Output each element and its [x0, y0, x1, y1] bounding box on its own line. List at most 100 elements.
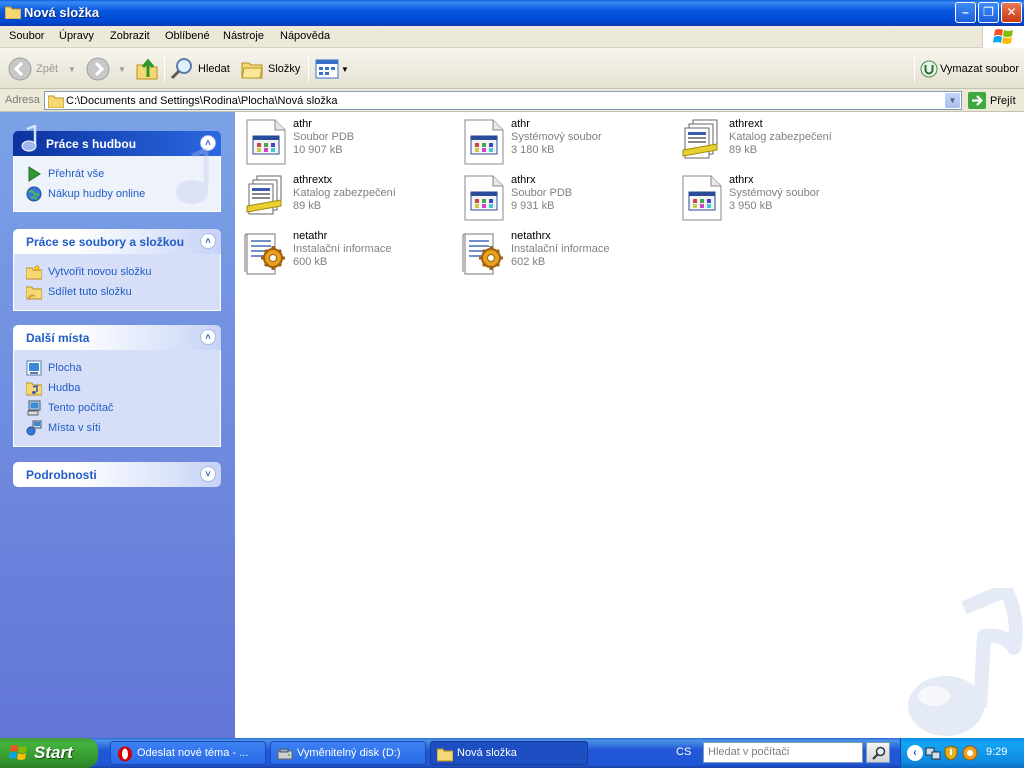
place-computer-link[interactable]: Tento počítač [26, 398, 220, 418]
menu-upravy[interactable]: Úpravy [59, 30, 94, 42]
music-watermark-icon [176, 148, 209, 204]
go-button[interactable]: Přejít [968, 92, 1016, 109]
setup-info-icon [244, 233, 285, 275]
system-file-icon [682, 175, 722, 221]
windows-logo-icon [982, 26, 1024, 48]
new-folder-link[interactable]: Vytvořit novou složku [26, 262, 220, 282]
music-note-watermark-icon [908, 588, 1023, 736]
task-pane: Práce s hudbou ˄ Přehrát vše Nákup hudby… [0, 112, 235, 738]
expand-chevron-icon[interactable]: ˅ [200, 466, 216, 482]
go-arrow-icon [968, 92, 986, 109]
file-type: Katalog zabezpečení [293, 187, 396, 199]
search-button[interactable]: Hledat [170, 55, 230, 83]
back-dropdown-icon[interactable]: ▼ [68, 65, 76, 74]
menu-zobrazit[interactable]: Zobrazit [110, 30, 150, 42]
address-bar: Adresa C:\Documents and Settings\Rodina\… [0, 89, 1024, 112]
details-header[interactable]: Podrobnosti ˅ [13, 462, 221, 487]
file-name: netathr [293, 230, 328, 242]
taskbar-search-placeholder: Hledat v počítači [708, 746, 790, 758]
file-type: Instalační informace [511, 243, 610, 255]
menu-oblibene[interactable]: Oblíbené [165, 30, 210, 42]
file-list-view[interactable]: athr Soubor PDB 10 907 kB athr Systémový… [235, 112, 1024, 738]
file-item[interactable]: athrext Katalog zabezpečení 89 kB [679, 118, 889, 170]
show-hidden-icons-icon[interactable]: ‹ [907, 745, 923, 761]
file-item[interactable]: athrx Soubor PDB 9 931 kB [461, 174, 671, 226]
menu-nastroje[interactable]: Nástroje [223, 30, 264, 42]
file-type: Soubor PDB [511, 187, 573, 199]
forward-arrow-icon [86, 57, 110, 81]
music-tasks-panel: Práce s hudbou ˄ Přehrát vše Nákup hudby… [13, 125, 221, 212]
address-input[interactable]: C:\Documents and Settings\Rodina\Plocha\… [44, 91, 962, 110]
clock[interactable]: 9:29 [986, 746, 1007, 758]
security-shield-icon[interactable] [943, 745, 959, 761]
file-item[interactable]: athrextx Katalog zabezpečení 89 kB [243, 174, 453, 226]
catalog-icon [246, 175, 282, 215]
music-folder-icon [26, 382, 42, 396]
go-label: Přejít [990, 94, 1016, 107]
place-computer-label: Tento počítač [48, 402, 114, 414]
taskbar-item-label: Odeslat nové téma - ... [137, 747, 249, 759]
taskbar-item-removable-disk[interactable]: Vyměnitelný disk (D:) [270, 741, 426, 765]
minimize-button[interactable]: – [955, 2, 976, 23]
other-places-body: Plocha Hudba Tento počítač Místa v síti [13, 350, 221, 447]
file-tasks-panel: Práce se soubory a složkou ˄ Vytvořit no… [13, 229, 221, 311]
taskbar-item-folder[interactable]: Nová složka [430, 741, 588, 765]
menu-soubor[interactable]: Soubor [9, 30, 44, 42]
address-path: C:\Documents and Settings\Rodina\Plocha\… [66, 95, 338, 107]
place-network-link[interactable]: Místa v síti [26, 418, 220, 438]
taskbar-search-input[interactable]: Hledat v počítači [703, 742, 863, 763]
address-dropdown-button[interactable]: ▼ [945, 93, 960, 108]
maximize-button[interactable]: ❐ [978, 2, 999, 23]
search-icon [170, 58, 192, 80]
network-tray-icon[interactable] [925, 745, 941, 761]
details-panel: Podrobnosti ˅ [13, 462, 221, 487]
forward-button[interactable]: ▼ [86, 55, 126, 83]
delete-file-button[interactable]: Vymazat soubor [920, 55, 1019, 83]
antivirus-icon[interactable] [962, 745, 978, 761]
share-folder-link[interactable]: Sdílet tuto složku [26, 282, 220, 302]
file-name: athrx [729, 174, 754, 186]
taskbar-item-opera[interactable]: Odeslat nové téma - ... [110, 741, 266, 765]
details-title: Podrobnosti [26, 468, 97, 482]
desktop-icon [26, 360, 42, 376]
system-file-icon [464, 119, 504, 165]
drive-icon [277, 748, 293, 760]
menu-napoveda[interactable]: Nápověda [280, 30, 330, 42]
taskbar-search-button[interactable] [866, 742, 890, 763]
file-item[interactable]: athrx Systémový soubor 3 950 kB [679, 174, 889, 226]
file-tasks-header[interactable]: Práce se soubory a složkou ˄ [13, 229, 221, 254]
language-indicator[interactable]: CS [676, 746, 691, 758]
close-button[interactable]: ✕ [1001, 2, 1022, 23]
file-item[interactable]: athr Soubor PDB 10 907 kB [243, 118, 453, 170]
file-item[interactable]: athr Systémový soubor 3 180 kB [461, 118, 671, 170]
views-button[interactable]: ▼ [315, 55, 349, 83]
folders-icon [241, 62, 263, 79]
back-button[interactable]: Zpět ▼ [8, 55, 76, 83]
taskbar-item-label: Vyměnitelný disk (D:) [297, 747, 401, 759]
forward-dropdown-icon[interactable]: ▼ [118, 65, 126, 74]
file-name: athr [293, 118, 312, 130]
file-tasks-body: Vytvořit novou složku Sdílet tuto složku [13, 254, 221, 311]
other-places-header[interactable]: Další místa ˄ [13, 325, 221, 350]
file-size: 602 kB [511, 256, 546, 268]
place-desktop-link[interactable]: Plocha [26, 358, 220, 378]
place-music-link[interactable]: Hudba [26, 378, 220, 398]
search-icon [872, 746, 886, 760]
file-size: 600 kB [293, 256, 328, 268]
place-desktop-label: Plocha [48, 362, 82, 374]
back-arrow-icon [8, 57, 32, 81]
other-places-title: Další místa [26, 331, 90, 345]
file-item[interactable]: netathr Instalační informace 600 kB [243, 230, 453, 282]
title-bar: Nová složka – ❐ ✕ [0, 0, 1024, 26]
file-item[interactable]: netathrx Instalační informace 602 kB [461, 230, 671, 282]
up-folder-button[interactable] [135, 55, 159, 83]
collapse-chevron-icon[interactable]: ˄ [200, 329, 216, 345]
system-tray: ‹ 9:29 [900, 738, 1024, 768]
setup-info-icon [462, 233, 503, 275]
collapse-chevron-icon[interactable]: ˄ [200, 233, 216, 249]
folders-button[interactable]: Složky [240, 55, 300, 83]
folder-icon [437, 748, 453, 762]
start-label: Start [34, 743, 73, 762]
start-button[interactable]: Start [0, 738, 98, 768]
file-size: 9 931 kB [511, 200, 555, 212]
